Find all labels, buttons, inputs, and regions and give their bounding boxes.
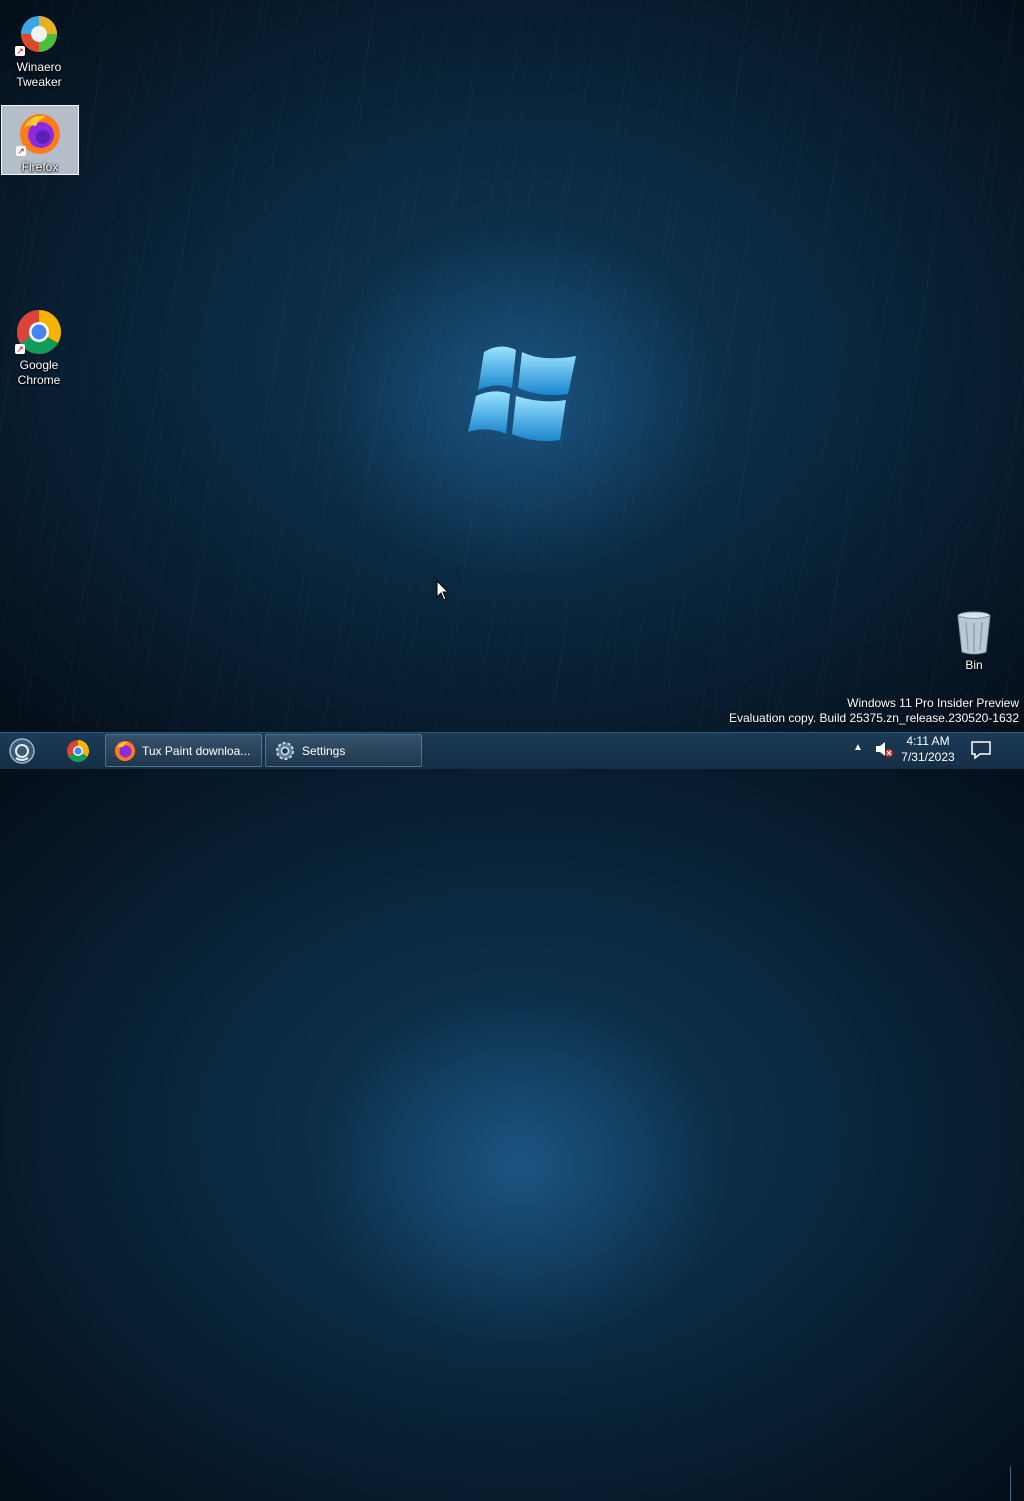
desktop-icon-google-chrome[interactable]: ↗ Google Chrome: [1, 304, 77, 388]
taskbar-clock[interactable]: 4:11 AM 7/31/2023: [893, 733, 963, 765]
shortcut-arrow-icon: ↗: [15, 344, 25, 354]
watermark-line-edition: Windows 11 Pro Insider Preview: [847, 696, 1019, 710]
firefox-icon: ↗: [16, 110, 64, 158]
clock-date: 7/31/2023: [901, 750, 955, 764]
watermark-line-build: Evaluation copy. Build 25375.zn_release.…: [729, 711, 1019, 725]
desktop-icon-firefox[interactable]: ↗ Firefox: [1, 105, 79, 175]
desktop-icon-label: Winaero: [16, 60, 62, 74]
gear-icon: [276, 741, 294, 760]
chrome-icon: ↗: [15, 308, 63, 356]
task-label: Settings: [302, 743, 346, 758]
recycle-bin-icon: [950, 608, 998, 656]
desktop-icon-recycle-bin[interactable]: Bin: [936, 604, 1012, 674]
start-button[interactable]: [6, 736, 38, 766]
winaero-tweaker-icon: ↗: [15, 10, 63, 58]
taskbar-task-firefox[interactable]: Tux Paint downloa...: [105, 734, 262, 767]
taskbar: Tux Paint downloa... Settings: [0, 732, 1024, 1501]
volume-muted-icon[interactable]: [874, 740, 894, 758]
evaluation-watermark: Windows 11 Pro Insider Preview Evaluatio…: [729, 696, 1019, 726]
desktop-icon-label: Google: [19, 358, 59, 372]
desktop-icon-label: Tweaker: [16, 75, 62, 89]
mouse-cursor-icon: [436, 580, 450, 601]
show-desktop-button[interactable]: [1010, 1466, 1024, 1501]
windows-logo-wallpaper: [468, 346, 576, 442]
desktop-icon-label: Chrome: [17, 373, 61, 387]
taskbar-task-settings[interactable]: Settings: [265, 734, 422, 767]
notifications-icon[interactable]: [970, 739, 992, 761]
desktop-icon-winaero-tweaker[interactable]: ↗ Winaero Tweaker: [1, 6, 77, 90]
desktop-icon-label: Firefox: [21, 160, 59, 174]
desktop-icon-label: Bin: [965, 658, 983, 672]
shortcut-arrow-icon: ↗: [15, 46, 25, 56]
taskbar-pinned-chrome[interactable]: [58, 736, 98, 766]
clock-time: 4:11 AM: [906, 734, 950, 748]
show-hidden-icons-chevron-icon[interactable]: ▲: [853, 742, 863, 753]
firefox-icon: [115, 740, 135, 761]
task-label: Tux Paint downloa...: [142, 743, 251, 758]
shortcut-arrow-icon: ↗: [16, 146, 26, 156]
